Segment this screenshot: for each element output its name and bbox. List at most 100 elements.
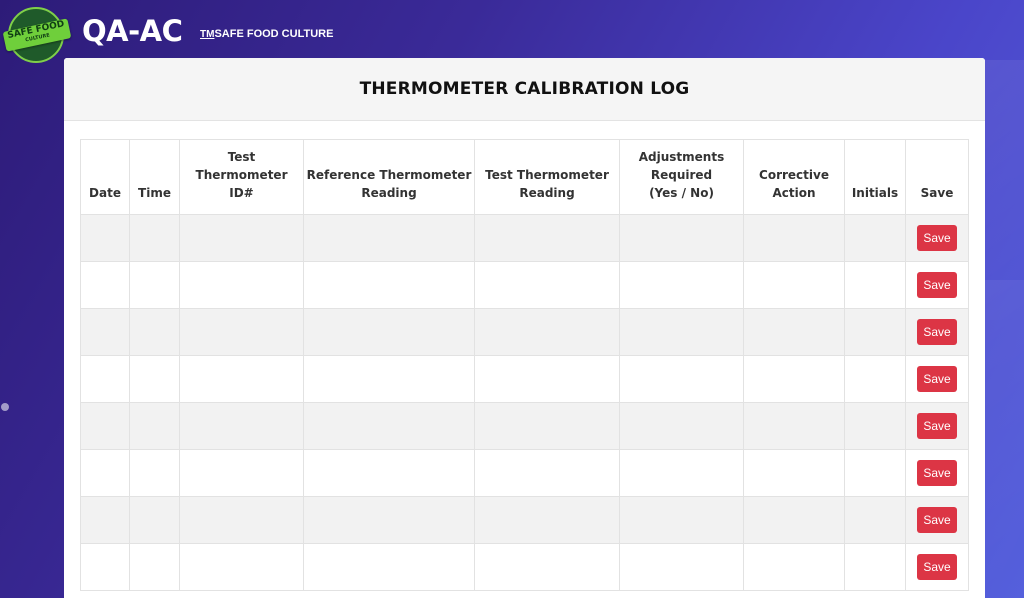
column-header-date: Date [80, 139, 130, 215]
log-card: THERMOMETER CALIBRATION LOG Date Time Te… [64, 58, 985, 598]
cell-reference-reading[interactable] [303, 543, 475, 591]
safe-food-culture-logo[interactable]: SAFE FOOD CULTURE [2, 7, 72, 63]
table-row: Save [80, 355, 969, 403]
cell-initials[interactable] [844, 308, 906, 356]
background-dot [1, 403, 9, 411]
cell-corrective-action[interactable] [743, 402, 845, 450]
cell-time[interactable] [129, 355, 180, 403]
cell-initials[interactable] [844, 214, 906, 262]
cell-initials[interactable] [844, 449, 906, 497]
cell-test-reading[interactable] [474, 402, 620, 450]
cell-test-reading[interactable] [474, 449, 620, 497]
cell-time[interactable] [129, 402, 180, 450]
cell-reference-reading[interactable] [303, 402, 475, 450]
cell-test-thermometer-id[interactable] [179, 543, 304, 591]
trademark-mark: TM [200, 29, 215, 40]
save-button[interactable]: Save [917, 413, 957, 439]
cell-date[interactable] [80, 308, 130, 356]
cell-initials[interactable] [844, 543, 906, 591]
cell-corrective-action[interactable] [743, 355, 845, 403]
cell-adjustments-required[interactable] [619, 496, 744, 544]
cell-adjustments-required[interactable] [619, 449, 744, 497]
tagline: TMSAFE FOOD CULTURE [200, 28, 333, 40]
cell-adjustments-required[interactable] [619, 261, 744, 309]
cell-corrective-action[interactable] [743, 449, 845, 497]
cell-initials[interactable] [844, 261, 906, 309]
table-row: Save [80, 261, 969, 309]
save-button[interactable]: Save [917, 507, 957, 533]
cell-adjustments-required[interactable] [619, 214, 744, 262]
cell-reference-reading[interactable] [303, 496, 475, 544]
cell-corrective-action[interactable] [743, 261, 845, 309]
column-header-adjustments-required: Adjustments Required (Yes / No) [619, 139, 744, 215]
cell-adjustments-required[interactable] [619, 402, 744, 450]
save-button[interactable]: Save [917, 319, 957, 345]
cell-save: Save [905, 261, 969, 309]
cell-time[interactable] [129, 214, 180, 262]
cell-test-thermometer-id[interactable] [179, 402, 304, 450]
cell-test-thermometer-id[interactable] [179, 308, 304, 356]
cell-test-reading[interactable] [474, 543, 620, 591]
cell-date[interactable] [80, 261, 130, 309]
cell-date[interactable] [80, 496, 130, 544]
cell-test-thermometer-id[interactable] [179, 496, 304, 544]
table-body: Save Save Save Save Save Save Save Save [80, 214, 969, 591]
cell-date[interactable] [80, 402, 130, 450]
column-header-initials: Initials [844, 139, 906, 215]
column-header-corrective-action: Corrective Action [743, 139, 845, 215]
cell-date[interactable] [80, 214, 130, 262]
table-row: Save [80, 496, 969, 544]
cell-test-thermometer-id[interactable] [179, 261, 304, 309]
save-button[interactable]: Save [917, 272, 957, 298]
cell-reference-reading[interactable] [303, 214, 475, 262]
cell-time[interactable] [129, 308, 180, 356]
cell-date[interactable] [80, 355, 130, 403]
cell-test-reading[interactable] [474, 261, 620, 309]
cell-time[interactable] [129, 543, 180, 591]
save-button[interactable]: Save [917, 460, 957, 486]
cell-reference-reading[interactable] [303, 261, 475, 309]
cell-date[interactable] [80, 449, 130, 497]
cell-test-reading[interactable] [474, 496, 620, 544]
cell-save: Save [905, 449, 969, 497]
cell-corrective-action[interactable] [743, 496, 845, 544]
cell-reference-reading[interactable] [303, 308, 475, 356]
calibration-log-table: Date Time Test Thermometer ID# Reference… [80, 139, 969, 591]
cell-save: Save [905, 214, 969, 262]
cell-reference-reading[interactable] [303, 449, 475, 497]
card-header: THERMOMETER CALIBRATION LOG [64, 58, 985, 121]
cell-time[interactable] [129, 496, 180, 544]
cell-test-thermometer-id[interactable] [179, 449, 304, 497]
table-header-row: Date Time Test Thermometer ID# Reference… [80, 139, 969, 215]
brand-name[interactable]: QA-AC [82, 14, 183, 48]
cell-test-reading[interactable] [474, 214, 620, 262]
cell-time[interactable] [129, 449, 180, 497]
cell-corrective-action[interactable] [743, 308, 845, 356]
cell-adjustments-required[interactable] [619, 543, 744, 591]
cell-initials[interactable] [844, 496, 906, 544]
cell-adjustments-required[interactable] [619, 355, 744, 403]
save-button[interactable]: Save [917, 366, 957, 392]
cell-test-thermometer-id[interactable] [179, 214, 304, 262]
column-header-save: Save [905, 139, 969, 215]
tagline-text: SAFE FOOD CULTURE [214, 28, 334, 40]
table-row: Save [80, 543, 969, 591]
cell-date[interactable] [80, 543, 130, 591]
table-row: Save [80, 308, 969, 356]
cell-test-reading[interactable] [474, 355, 620, 403]
cell-initials[interactable] [844, 355, 906, 403]
column-header-reference-reading: Reference Thermometer Reading [303, 139, 475, 215]
cell-time[interactable] [129, 261, 180, 309]
save-button[interactable]: Save [917, 225, 957, 251]
column-header-test-thermometer-id: Test Thermometer ID# [179, 139, 304, 215]
save-button[interactable]: Save [917, 554, 957, 580]
site-header: SAFE FOOD CULTURE QA-AC TMSAFE FOOD CULT… [0, 0, 500, 63]
cell-corrective-action[interactable] [743, 543, 845, 591]
cell-reference-reading[interactable] [303, 355, 475, 403]
cell-test-thermometer-id[interactable] [179, 355, 304, 403]
cell-test-reading[interactable] [474, 308, 620, 356]
table-row: Save [80, 214, 969, 262]
cell-corrective-action[interactable] [743, 214, 845, 262]
cell-initials[interactable] [844, 402, 906, 450]
cell-adjustments-required[interactable] [619, 308, 744, 356]
